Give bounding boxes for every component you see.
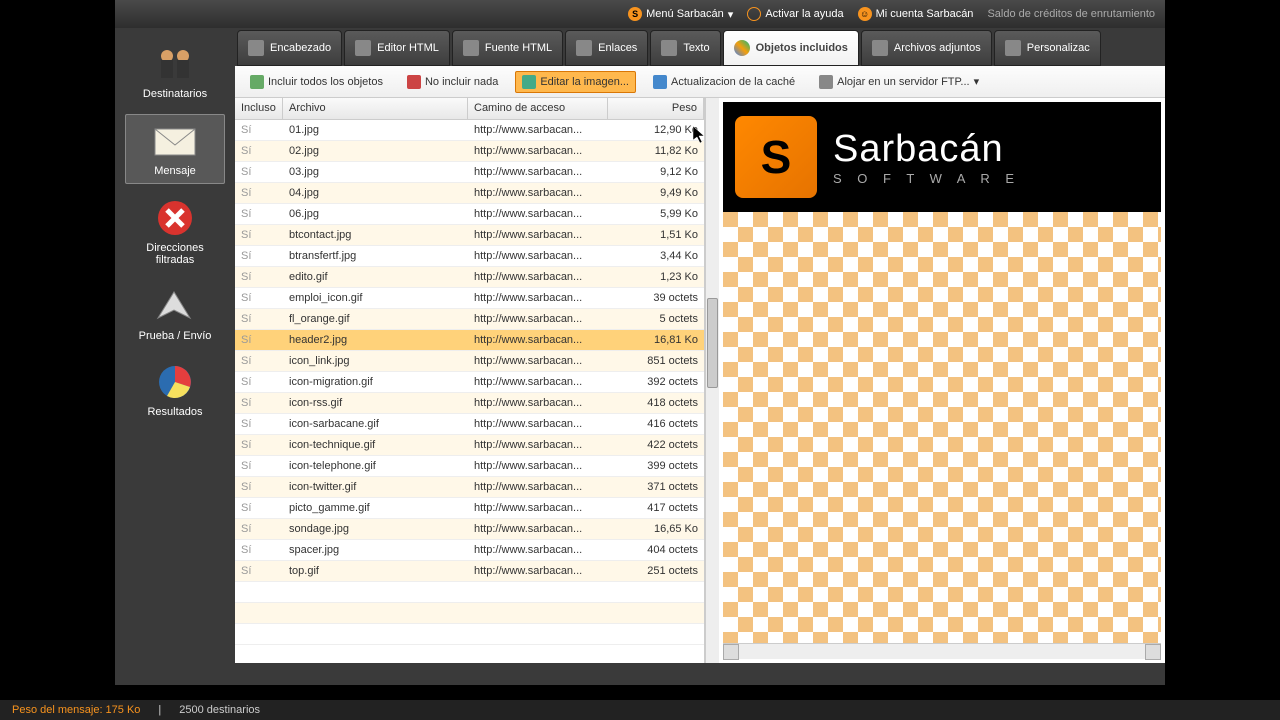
table-row[interactable]: Síedito.gifhttp://www.sarbacan...1,23 Ko: [235, 267, 704, 288]
table-row[interactable]: Síheader2.jpghttp://www.sarbacan...16,81…: [235, 330, 704, 351]
sidebar-item-resultados[interactable]: Resultados: [125, 356, 225, 424]
preview-pane: Sarbacán S O F T W A R E: [723, 102, 1161, 659]
table-row[interactable]: Síicon-twitter.gifhttp://www.sarbacan...…: [235, 477, 704, 498]
col-incluso[interactable]: Incluso: [235, 98, 283, 119]
sidebar-item-mensaje[interactable]: Mensaje: [125, 114, 225, 184]
table-row[interactable]: Sítop.gifhttp://www.sarbacan...251 octet…: [235, 561, 704, 582]
table-row[interactable]: Sí06.jpghttp://www.sarbacan...5,99 Ko: [235, 204, 704, 225]
table-row[interactable]: Síbtransfertf.jpghttp://www.sarbacan...3…: [235, 246, 704, 267]
table-row[interactable]: Síicon-sarbacane.gifhttp://www.sarbacan.…: [235, 414, 704, 435]
tab-objetos-incluidos[interactable]: Objetos incluidos: [723, 30, 859, 66]
edit-image-button[interactable]: Editar la imagen...: [515, 71, 636, 93]
status-weight: Peso del mensaje: 175 Ko: [12, 704, 140, 716]
send-icon: [151, 286, 199, 326]
people-icon: [151, 44, 199, 84]
table-row[interactable]: Síicon-rss.gifhttp://www.sarbacan...418 …: [235, 393, 704, 414]
table-row-empty: [235, 582, 704, 603]
editor-icon: [355, 40, 371, 56]
tabs: Encabezado Editor HTML Fuente HTML Enlac…: [235, 28, 1165, 66]
statusbar: Peso del mensaje: 175 Ko | 2500 destinar…: [0, 700, 1280, 720]
objects-table: Incluso Archivo Camino de acceso Peso Sí…: [235, 98, 705, 663]
sarbacan-logo-icon: [735, 116, 817, 198]
my-account[interactable]: ☺Mi cuenta Sarbacán: [858, 7, 974, 21]
table-row[interactable]: Sípicto_gamme.gifhttp://www.sarbacan...4…: [235, 498, 704, 519]
topbar: SMenú Sarbacán▾ Activar la ayuda ☺Mi cue…: [115, 0, 1165, 28]
menu-sarbacan[interactable]: SMenú Sarbacán▾: [628, 7, 733, 21]
sidebar-item-label: Mensaje: [154, 165, 196, 177]
text-icon: [661, 40, 677, 56]
table-body[interactable]: Sí01.jpghttp://www.sarbacan...12,90 KoSí…: [235, 120, 704, 663]
toolbar: Incluir todos los objetos No incluir nad…: [235, 66, 1165, 98]
tab-personalizacion[interactable]: Personalizac: [994, 30, 1101, 66]
sidebar-item-destinatarios[interactable]: Destinatarios: [125, 38, 225, 106]
user-icon: ☺: [858, 7, 872, 21]
tab-encabezado[interactable]: Encabezado: [237, 30, 342, 66]
table-row[interactable]: Sí02.jpghttp://www.sarbacan...11,82 Ko: [235, 141, 704, 162]
table-row[interactable]: Síicon-migration.gifhttp://www.sarbacan.…: [235, 372, 704, 393]
table-row[interactable]: Síicon_link.jpghttp://www.sarbacan...851…: [235, 351, 704, 372]
sidebar-item-label: Destinatarios: [143, 88, 207, 100]
col-archivo[interactable]: Archivo: [283, 98, 468, 119]
activate-help[interactable]: Activar la ayuda: [747, 7, 843, 21]
envelope-icon: [151, 121, 199, 161]
main-panel: Encabezado Editor HTML Fuente HTML Enlac…: [235, 28, 1165, 663]
table-row-empty: [235, 603, 704, 624]
table-row[interactable]: Síemploi_icon.gifhttp://www.sarbacan...3…: [235, 288, 704, 309]
table-row[interactable]: Sí03.jpghttp://www.sarbacan...9,12 Ko: [235, 162, 704, 183]
close-circle-icon: [151, 198, 199, 238]
tab-enlaces[interactable]: Enlaces: [565, 30, 648, 66]
sidebar: Destinatarios Mensaje Direcciones filtra…: [115, 28, 235, 663]
help-icon: [747, 7, 761, 21]
col-peso[interactable]: Peso: [608, 98, 704, 119]
preview-header: Sarbacán S O F T W A R E: [723, 102, 1161, 212]
sidebar-item-envio[interactable]: Prueba / Envío: [125, 280, 225, 348]
tab-archivos-adjuntos[interactable]: Archivos adjuntos: [861, 30, 992, 66]
include-none-button[interactable]: No incluir nada: [400, 71, 505, 93]
chevron-down-icon: ▾: [728, 8, 734, 21]
table-row[interactable]: Sísondage.jpghttp://www.sarbacan...16,65…: [235, 519, 704, 540]
sidebar-item-label: Direcciones filtradas: [127, 242, 223, 266]
col-camino[interactable]: Camino de acceso: [468, 98, 608, 119]
vertical-scrollbar[interactable]: [705, 98, 719, 663]
table-row[interactable]: Síicon-technique.gifhttp://www.sarbacan.…: [235, 435, 704, 456]
tab-texto[interactable]: Texto: [650, 30, 720, 66]
horizontal-scrollbar[interactable]: [723, 643, 1161, 659]
refresh-cache-button[interactable]: Actualizacion de la caché: [646, 71, 802, 93]
attach-icon: [872, 40, 888, 56]
link-icon: [576, 40, 592, 56]
status-recipients: 2500 destinarios: [179, 704, 260, 716]
table-row[interactable]: Síbtcontact.jpghttp://www.sarbacan...1,5…: [235, 225, 704, 246]
table-header: Incluso Archivo Camino de acceso Peso: [235, 98, 704, 120]
pie-chart-icon: [151, 362, 199, 402]
ftp-host-button[interactable]: Alojar en un servidor FTP...▾: [812, 71, 986, 93]
sidebar-item-label: Prueba / Envío: [139, 330, 212, 342]
header-icon: [248, 40, 264, 56]
source-icon: [463, 40, 479, 56]
table-row[interactable]: Sí04.jpghttp://www.sarbacan...9,49 Ko: [235, 183, 704, 204]
brand-subtitle: S O F T W A R E: [833, 171, 1020, 186]
table-row-empty: [235, 624, 704, 645]
table-row[interactable]: Síspacer.jpghttp://www.sarbacan...404 oc…: [235, 540, 704, 561]
objects-icon: [734, 40, 750, 56]
tab-fuente-html[interactable]: Fuente HTML: [452, 30, 563, 66]
logo-icon: S: [628, 7, 642, 21]
chevron-down-icon: ▾: [974, 75, 980, 88]
table-row[interactable]: Sí01.jpghttp://www.sarbacan...12,90 Ko: [235, 120, 704, 141]
credits-balance: Saldo de créditos de enrutamiento: [987, 8, 1155, 20]
brand-name: Sarbacán: [833, 128, 1020, 171]
sidebar-item-filtradas[interactable]: Direcciones filtradas: [125, 192, 225, 272]
transparency-checker: [723, 212, 1161, 643]
include-all-button[interactable]: Incluir todos los objetos: [243, 71, 390, 93]
personalize-icon: [1005, 40, 1021, 56]
table-row[interactable]: Sífl_orange.gifhttp://www.sarbacan...5 o…: [235, 309, 704, 330]
table-row[interactable]: Síicon-telephone.gifhttp://www.sarbacan.…: [235, 456, 704, 477]
sidebar-item-label: Resultados: [147, 406, 202, 418]
tab-editor-html[interactable]: Editor HTML: [344, 30, 450, 66]
